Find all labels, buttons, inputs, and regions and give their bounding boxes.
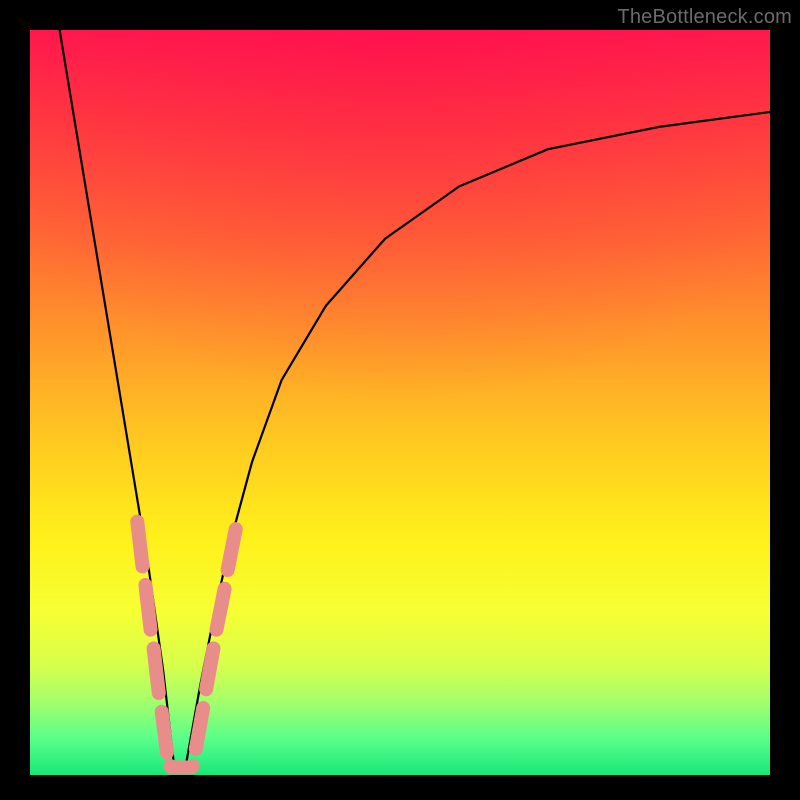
highlight-segment — [137, 522, 142, 567]
highlight-segment — [196, 708, 203, 749]
highlight-segment — [217, 589, 225, 630]
watermark-text: TheBottleneck.com — [617, 6, 792, 29]
highlight-dot — [164, 759, 178, 773]
highlight-segment — [228, 529, 236, 570]
chart-svg — [30, 30, 770, 775]
highlight-dot — [186, 759, 200, 773]
highlight-segment — [154, 648, 159, 693]
chart-plot-area — [30, 30, 770, 775]
highlight-segment — [206, 648, 213, 689]
bottleneck-curve — [60, 30, 770, 768]
highlight-segment — [162, 712, 167, 753]
highlight-segment — [145, 585, 150, 630]
highlight-markers — [137, 522, 235, 773]
